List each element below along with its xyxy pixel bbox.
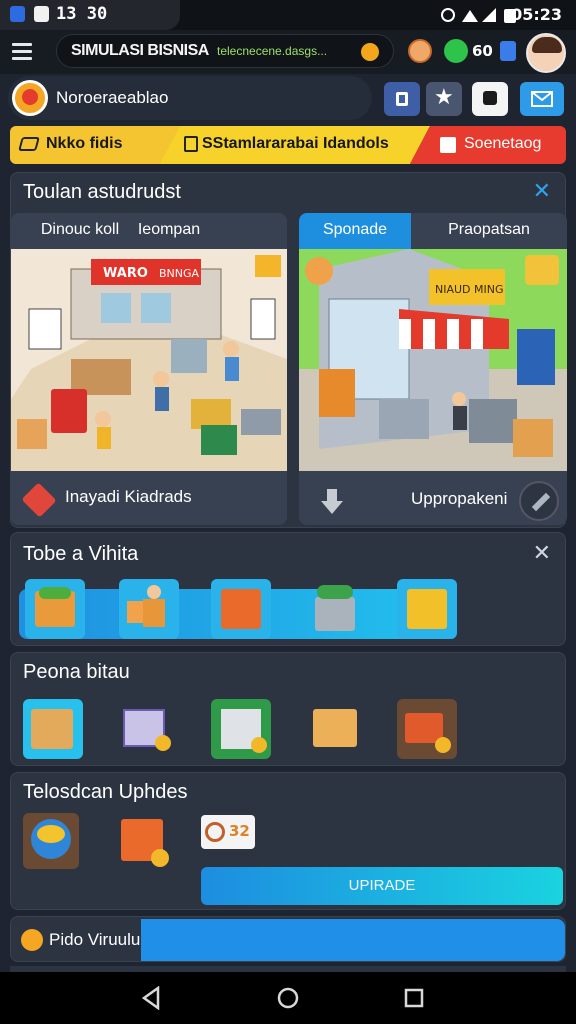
avatar[interactable] (526, 33, 566, 73)
panel-title: Tobe a Vihita (23, 543, 139, 565)
store-illustration: NIAUD MING (299, 249, 567, 471)
crate-upgrade[interactable] (115, 813, 171, 869)
count-label: 60 (472, 42, 493, 60)
left-card-footer: Inayadi Kiadrads (65, 487, 192, 506)
progress-panel: Tobe a Vihita ✕ (10, 532, 566, 646)
close-icon[interactable]: ✕ (533, 179, 551, 204)
right-card-footer: Uppropakeni (411, 489, 508, 508)
edit-button[interactable] (519, 481, 559, 521)
chat-button[interactable] (472, 82, 508, 116)
shop-icon (21, 482, 57, 518)
status-time-right: 05:23 (511, 5, 562, 24)
app-notification-icon (10, 6, 25, 22)
svg-text:BNNGA: BNNGA (159, 267, 200, 280)
profile-name: Noroeraeablao (56, 88, 169, 107)
tab-right-a[interactable]: Sponade (299, 213, 411, 249)
title-bar[interactable]: SIMULASI BISNISA telecnecene.dasgs... (56, 34, 394, 68)
back-icon[interactable] (140, 986, 162, 1010)
signal-icon (482, 8, 496, 22)
svg-text:WARO: WARO (103, 266, 148, 281)
ribbon-item-1[interactable]: Nkko fidis (10, 126, 180, 164)
ribbon-item-3[interactable]: Soenetaog (410, 126, 566, 164)
pencil-icon (531, 492, 551, 512)
package-item[interactable] (117, 699, 177, 759)
panel-title: Peona bitau (23, 661, 130, 683)
mail-notification-icon (34, 6, 49, 22)
profile-bar[interactable]: Noroeraeablao (8, 76, 372, 120)
panel-title: Toulan astudrudst (23, 181, 181, 203)
top-header: SIMULASI BISNISA telecnecene.dasgs... 60 (0, 30, 576, 74)
open-box-item[interactable] (307, 699, 367, 759)
recents-icon[interactable] (404, 988, 424, 1008)
worker-tile[interactable] (119, 579, 179, 639)
tab-left-b[interactable]: Ieompan (119, 213, 219, 249)
wifi-icon (462, 10, 478, 22)
logo-icon (12, 80, 48, 116)
star-icon: ★ (434, 85, 454, 110)
android-nav-bar (0, 972, 576, 1024)
crate-item[interactable] (23, 699, 83, 759)
tab-right-b[interactable]: Praopatsan (411, 213, 567, 249)
mail-button[interactable] (520, 82, 564, 116)
panel-title: Telosdcan Uphdes (23, 781, 188, 803)
ribbon-item-2[interactable]: SStamlararabai Idandols (160, 126, 430, 164)
produce-crate-tile[interactable] (25, 579, 85, 639)
atm-machine (319, 369, 355, 417)
items-panel: Peona bitau (10, 652, 566, 766)
cart-item[interactable] (397, 699, 457, 759)
message-icon (483, 91, 497, 105)
ticket-icon (18, 137, 40, 151)
business-overview-panel: Toulan astudrudst ✕ Dinouc koll Ieompan … (10, 172, 567, 528)
close-icon[interactable]: ✕ (533, 541, 551, 566)
mail-icon (531, 91, 553, 107)
document-icon (184, 136, 198, 152)
game-title: SIMULASI BISNISA (71, 42, 209, 59)
shield-icon[interactable] (500, 41, 516, 61)
menu-icon[interactable] (12, 43, 32, 61)
upgrade-button[interactable]: UPIRADE (201, 867, 563, 905)
search-icon[interactable] (361, 43, 379, 61)
right-business-card[interactable]: Sponade Praopatsan NIAUD MING Uppropaken… (299, 213, 567, 525)
bottom-panel: Pido Viruulu (10, 916, 566, 962)
panel-title: Pido Viruulu (49, 930, 141, 949)
thumbs-icon (321, 489, 343, 514)
chat-icon[interactable] (444, 39, 468, 63)
promo-ribbon: Nkko fidis SStamlararabai Idandols Soene… (10, 126, 566, 164)
close-box-icon (440, 137, 456, 153)
coin-icon (21, 929, 43, 951)
status-time-left: 13 30 (56, 4, 108, 24)
upgrades-panel: Telosdcan Uphdes 32 UPIRADE (10, 772, 566, 910)
game-subtitle: telecnecene.dasgs... (217, 44, 328, 58)
bottom-panel-bar (141, 919, 565, 961)
coin-icon[interactable] (408, 39, 432, 63)
box-tile[interactable] (211, 579, 271, 639)
home-icon[interactable] (276, 986, 300, 1010)
parcel-item[interactable] (211, 699, 271, 759)
plant-box-tile[interactable] (309, 579, 369, 639)
upgrade-badge: 32 (201, 815, 255, 849)
status-bar: 13 30 05:23 (0, 0, 576, 30)
left-business-card[interactable]: Dinouc koll Ieompan WARO BNNGA Inayadi K… (11, 213, 287, 525)
svg-text:NIAUD MING: NIAUD MING (435, 283, 504, 296)
star-button[interactable]: ★ (426, 82, 462, 116)
gold-box-tile[interactable] (397, 579, 457, 639)
inventory-button[interactable] (384, 82, 420, 116)
office-illustration: WARO BNNGA (11, 249, 287, 471)
mascot-upgrade[interactable] (23, 813, 79, 869)
